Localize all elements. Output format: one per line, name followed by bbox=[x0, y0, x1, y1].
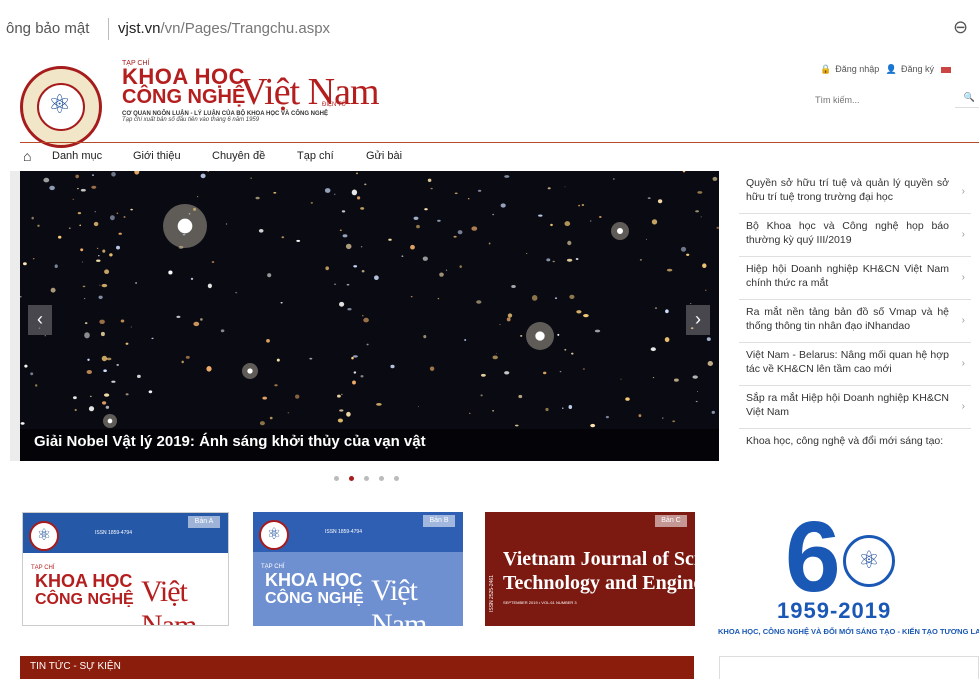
news-item[interactable]: Ra mắt nền tảng bản đồ số Vmap và hệ thố… bbox=[739, 300, 971, 343]
atom-icon: ⚛ bbox=[843, 535, 895, 587]
news-list: Quyền sở hữu trí tuệ và quản lý quyền sở… bbox=[739, 171, 971, 472]
cover-issn: ISSN 1859-4794 bbox=[325, 529, 362, 535]
brand-tagline: Tạp chí xuất bản số đầu tiên vào tháng 6… bbox=[122, 117, 260, 123]
anniversary-banner[interactable]: 6 ⚛ 1959-2019 KHOA HỌC, CÔNG NGHỆ VÀ ĐỔI… bbox=[715, 505, 979, 640]
atom-icon: ⚛ bbox=[48, 89, 72, 119]
sidebar-box bbox=[719, 656, 979, 679]
cover-edition-badge: Bản A bbox=[188, 516, 220, 528]
cover-congnghe: CÔNG NGHỆ bbox=[35, 591, 134, 608]
section-title[interactable]: TIN TỨC - SỰ KIỆN bbox=[30, 661, 121, 672]
cover-title-line2: Technology and Engineering bbox=[503, 572, 695, 594]
nav-item-gui-bai[interactable]: Gửi bài bbox=[366, 150, 402, 162]
news-item[interactable]: Khoa học, công nghệ và đổi mới sáng tạo: bbox=[739, 429, 971, 472]
journal-cover-b[interactable]: ⚛ ISSN 1859-4794 Bản B TẠP CHÍ KHOA HỌC … bbox=[253, 512, 463, 626]
slider-next-button[interactable]: › bbox=[686, 305, 710, 335]
slider-dot-3[interactable] bbox=[364, 476, 369, 481]
security-label[interactable]: ông bảo mật bbox=[6, 20, 89, 37]
slider-dot-2[interactable] bbox=[349, 476, 354, 481]
section-header-news: TIN TỨC - SỰ KIỆN bbox=[20, 656, 694, 679]
ministry-seal-logo[interactable]: ⚛ bbox=[20, 66, 102, 148]
anniversary-number: 6 bbox=[785, 501, 841, 613]
chevron-right-icon: › bbox=[961, 229, 965, 240]
cover-khoahoc: KHOA HỌC bbox=[35, 571, 133, 591]
main-nav: ⌂ Danh mục Giới thiệu Chuyên đề Tạp chí … bbox=[20, 146, 979, 170]
galaxy-image bbox=[20, 171, 719, 461]
cover-edition-badge: Bản B bbox=[423, 515, 455, 527]
header-divider bbox=[20, 142, 979, 143]
news-item-title: Sắp ra mắt Hiệp hội Doanh nghiệp KH&CN V… bbox=[746, 392, 949, 418]
brand-logo[interactable]: TẠP CHÍ KHOA HỌC CÔNG NGHỆ Việt Nam ĐIỆN… bbox=[122, 60, 382, 123]
flag-en-icon[interactable] bbox=[940, 66, 951, 73]
cover-issue: SEPTEMBER 2019 • VOL.61 NUMBER 3 bbox=[503, 600, 577, 605]
news-item[interactable]: Quyền sở hữu trí tuệ và quản lý quyền sở… bbox=[739, 171, 971, 214]
chevron-right-icon: › bbox=[961, 358, 965, 369]
cover-congnghe: CÔNG NGHỆ bbox=[265, 590, 364, 607]
slider-dot-1[interactable] bbox=[334, 476, 339, 481]
url-path: /vn/Pages/Trangchu.aspx bbox=[160, 20, 331, 37]
slider-left-gutter bbox=[10, 171, 20, 461]
news-item-title: Bộ Khoa học và Công nghệ họp báo thường … bbox=[746, 220, 949, 246]
brand-vietnam: Việt Nam bbox=[240, 71, 380, 113]
slider-prev-button[interactable]: ‹ bbox=[28, 305, 52, 335]
home-icon[interactable]: ⌂ bbox=[23, 148, 31, 164]
cover-edition-badge: Bản C bbox=[655, 515, 687, 527]
chevron-right-icon: › bbox=[961, 272, 965, 283]
atom-icon: ⚛ bbox=[29, 521, 59, 551]
cover-issn: ISSN 1859-4794 bbox=[95, 530, 132, 536]
slider-dot-4[interactable] bbox=[379, 476, 384, 481]
news-item-title: Việt Nam - Belarus: Nâng mối quan hệ hợp… bbox=[746, 349, 949, 375]
url-text[interactable]: vjst.vn/vn/Pages/Trangchu.aspx bbox=[118, 20, 330, 37]
news-item[interactable]: Việt Nam - Belarus: Nâng mối quan hệ hợp… bbox=[739, 343, 971, 386]
search-input[interactable] bbox=[815, 92, 955, 108]
nav-item-danh-muc[interactable]: Danh mục bbox=[52, 150, 102, 162]
cover-issn: ISSN 2525-2461 bbox=[489, 575, 495, 612]
anniversary-years: 1959-2019 bbox=[777, 598, 892, 623]
url-host: vjst.vn bbox=[118, 20, 161, 37]
news-item-title: Khoa học, công nghệ và đổi mới sáng tạo: bbox=[746, 435, 944, 447]
cover-title-line1: Vietnam Journal of Science, bbox=[503, 548, 695, 570]
login-link[interactable]: Đăng nhập bbox=[835, 64, 879, 74]
news-item-title: Ra mắt nền tảng bản đồ số Vmap và hệ thố… bbox=[746, 306, 949, 332]
user-add-icon: 👤 bbox=[885, 64, 897, 74]
chevron-right-icon: › bbox=[961, 315, 965, 326]
news-item-title: Hiệp hội Doanh nghiệp KH&CN Việt Nam chí… bbox=[746, 263, 949, 289]
atom-icon: ⚛ bbox=[259, 520, 289, 550]
cover-vietnam: Việt Nam bbox=[141, 575, 197, 626]
zoom-out-icon[interactable]: ⊖ bbox=[953, 17, 968, 38]
site-header: ⚛ TẠP CHÍ KHOA HỌC CÔNG NGHỆ Việt Nam ĐI… bbox=[0, 52, 979, 148]
nav-item-gioi-thieu[interactable]: Giới thiệu bbox=[133, 150, 181, 162]
slider-caption[interactable]: Giải Nobel Vật lý 2019: Ánh sáng khởi th… bbox=[34, 433, 426, 450]
slider-dots bbox=[334, 468, 409, 486]
chevron-right-icon: › bbox=[961, 401, 965, 412]
cover-khoahoc: KHOA HỌC bbox=[265, 570, 363, 590]
journal-cover-a[interactable]: ⚛ ISSN 1859-4794 Bản A TẠP CHÍ KHOA HỌC … bbox=[22, 512, 229, 626]
nav-item-tap-chi[interactable]: Tạp chí bbox=[297, 150, 334, 162]
nav-item-chuyen-de[interactable]: Chuyên đề bbox=[212, 150, 265, 162]
news-item[interactable]: Sắp ra mắt Hiệp hội Doanh nghiệp KH&CN V… bbox=[739, 386, 971, 429]
slider-dot-5[interactable] bbox=[394, 476, 399, 481]
cover-vietnam: Việt Nam bbox=[371, 574, 427, 626]
news-item[interactable]: Bộ Khoa học và Công nghệ họp báo thường … bbox=[739, 214, 971, 257]
browser-address-bar[interactable]: ông bảo mật vjst.vn/vn/Pages/Trangchu.as… bbox=[0, 0, 979, 52]
brand-dientu: ĐIỆN TỬ bbox=[322, 102, 347, 108]
anniversary-slogan: KHOA HỌC, CÔNG NGHỆ VÀ ĐỔI MỚI SÁNG TẠO … bbox=[718, 627, 979, 636]
lock-icon: 🔒 bbox=[820, 64, 832, 74]
search-box: 🔍 bbox=[815, 90, 979, 108]
journal-cover-c[interactable]: Bản C ISSN 2525-2461 Vietnam Journal of … bbox=[485, 512, 695, 626]
search-icon[interactable]: 🔍 bbox=[964, 92, 975, 103]
chevron-right-icon: › bbox=[961, 186, 965, 197]
register-link[interactable]: Đăng ký bbox=[901, 64, 934, 74]
news-item-title: Quyền sở hữu trí tuệ và quản lý quyền sở… bbox=[746, 177, 949, 203]
news-item[interactable]: Hiệp hội Doanh nghiệp KH&CN Việt Nam chí… bbox=[739, 257, 971, 300]
auth-links: 🔒 Đăng nhập 👤 Đăng ký bbox=[820, 64, 955, 75]
address-divider bbox=[108, 18, 109, 40]
featured-slider[interactable]: ‹ › Giải Nobel Vật lý 2019: Ánh sáng khở… bbox=[20, 171, 719, 461]
